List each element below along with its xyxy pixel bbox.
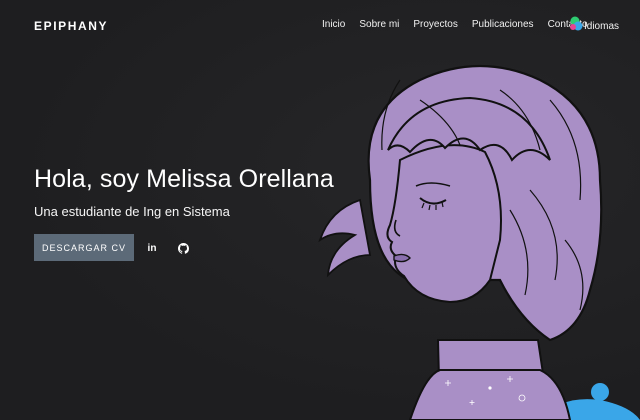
- translate-icon: [569, 16, 583, 32]
- page: EPIPHANY Inicio Sobre mi Proyectos Publi…: [0, 0, 640, 420]
- hero-subtitle: Una estudiante de Ing en Sistema: [34, 204, 230, 219]
- nav-item-inicio[interactable]: Inicio: [322, 19, 345, 30]
- nav-item-publicaciones[interactable]: Publicaciones: [472, 19, 534, 30]
- face: [386, 144, 502, 304]
- download-cv-button[interactable]: DESCARGAR CV: [34, 234, 134, 261]
- hair-flyaway: [318, 198, 372, 278]
- main-nav: Inicio Sobre mi Proyectos Publicaciones …: [322, 19, 602, 30]
- nav-item-proyectos[interactable]: Proyectos: [413, 19, 457, 30]
- shoulders: [408, 369, 572, 420]
- accent-dot: [591, 383, 609, 401]
- nav-item-sobre-mi[interactable]: Sobre mi: [359, 19, 399, 30]
- lips: [393, 253, 411, 263]
- github-icon[interactable]: [176, 241, 190, 255]
- language-selector[interactable]: Idiomas: [569, 16, 619, 32]
- hero-title: Hola, soy Melissa Orellana: [34, 165, 334, 193]
- linkedin-icon[interactable]: in: [145, 241, 159, 255]
- brand-logo[interactable]: EPIPHANY: [34, 19, 108, 33]
- language-label: Idiomas: [584, 20, 620, 32]
- hero-illustration: [318, 64, 640, 420]
